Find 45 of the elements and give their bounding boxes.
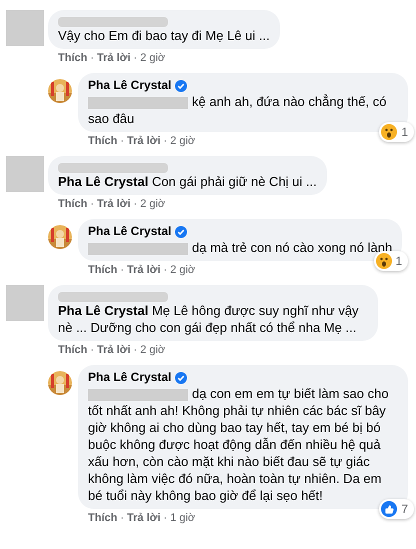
author-name[interactable]: Pha Lê Crystal [88, 224, 172, 239]
blurred-avatar [6, 285, 44, 321]
reaction-count: 7 [401, 501, 409, 518]
reply-link[interactable]: Trả lời [97, 344, 131, 357]
timestamp[interactable]: 2 giờ [170, 264, 196, 277]
blurred-avatar [6, 10, 44, 46]
reaction-count: 1 [401, 124, 409, 141]
comment-message: Pha Lê Crystal Con gái phải giữ nè Chị ui ... [58, 174, 317, 189]
separator-dot: · [120, 512, 124, 525]
comment-message: Vậy cho Em đi bao tay đi Mẹ Lê ui ... [58, 28, 270, 43]
separator-dot: · [90, 52, 94, 65]
separator-dot: · [134, 198, 138, 211]
separator-dot: · [120, 264, 124, 277]
reaction-badge[interactable]: 1 [374, 251, 408, 271]
like-link[interactable]: Thích [58, 52, 88, 65]
separator-dot: · [164, 264, 168, 277]
separator-dot: · [164, 135, 168, 148]
like-link[interactable]: Thích [88, 135, 118, 148]
like-link[interactable]: Thích [58, 198, 88, 211]
timestamp[interactable]: 1 giờ [170, 512, 196, 525]
reply-link[interactable]: Trả lời [127, 135, 161, 148]
reply-link[interactable]: Trả lời [127, 264, 161, 277]
separator-dot: · [90, 198, 94, 211]
separator-dot: · [164, 512, 168, 525]
timestamp[interactable]: 2 giờ [170, 135, 196, 148]
author-name[interactable]: Pha Lê Crystal [88, 370, 172, 385]
comment-message: Pha Lê Crystal Mẹ Lê hông được suy nghĩ như vậy nè ... Dưỡng cho con gái đẹp nhất có thể nha Mẹ ... [58, 303, 359, 335]
blurred-avatar [6, 156, 44, 192]
separator-dot: · [134, 344, 138, 357]
timestamp[interactable]: 2 giờ [140, 344, 166, 357]
reaction-count: 1 [396, 253, 404, 270]
reply-link[interactable]: Trả lời [97, 52, 131, 65]
separator-dot: · [120, 135, 124, 148]
author-name[interactable]: Pha Lê Crystal [88, 78, 172, 93]
like-link[interactable]: Thích [88, 512, 118, 525]
separator-dot: · [90, 344, 94, 357]
like-link[interactable]: Thích [58, 344, 88, 357]
like-link[interactable]: Thích [88, 264, 118, 277]
separator-dot: · [134, 52, 138, 65]
reply-link[interactable]: Trả lời [127, 512, 161, 525]
reaction-badge[interactable]: 7 [379, 499, 414, 519]
timestamp[interactable]: 2 giờ [140, 52, 166, 65]
reaction-badge[interactable]: 1 [379, 122, 414, 142]
reply-link[interactable]: Trả lời [97, 198, 131, 211]
timestamp[interactable]: 2 giờ [140, 198, 166, 211]
